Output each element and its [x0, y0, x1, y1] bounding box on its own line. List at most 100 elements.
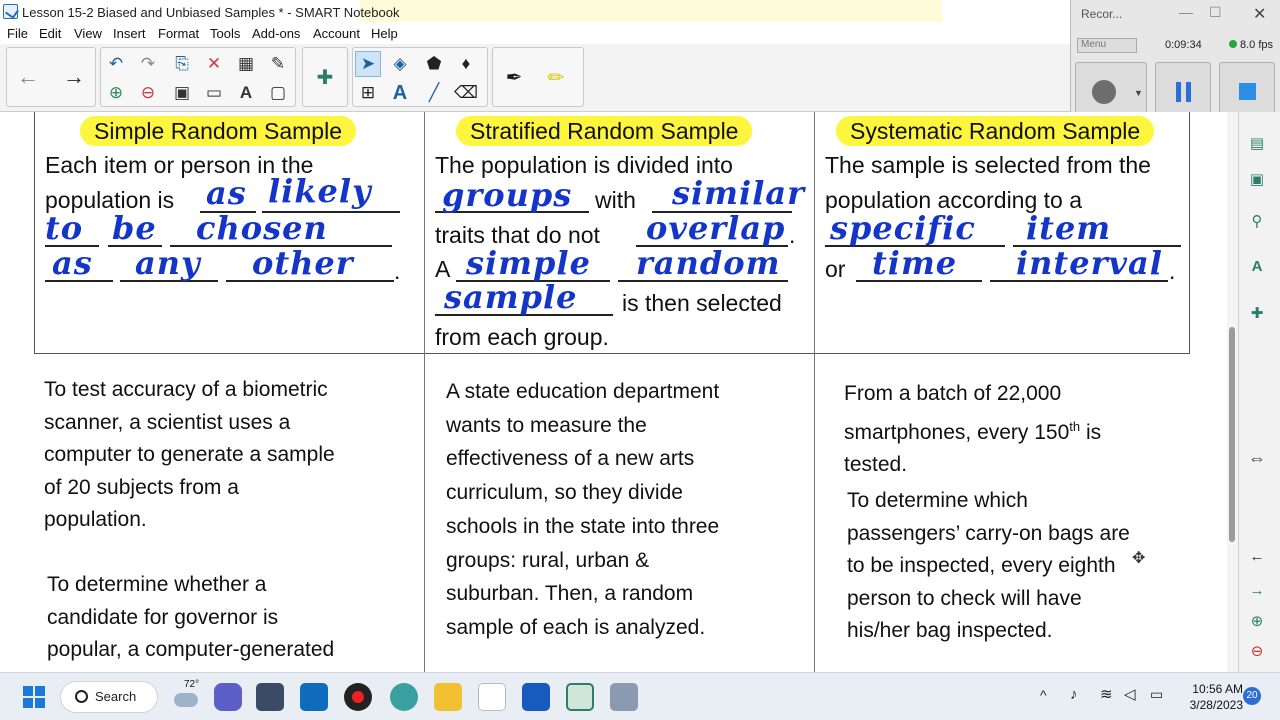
undo-icon[interactable]: ↶: [103, 51, 129, 77]
example-governor-candidate: To determine whether a candidate for gov…: [47, 569, 334, 667]
select-icon[interactable]: ➤: [355, 51, 381, 77]
outlook-icon[interactable]: [300, 683, 328, 711]
save-icon[interactable]: ▣: [169, 80, 195, 106]
menu-account[interactable]: Account: [313, 26, 360, 41]
menu-view[interactable]: View: [74, 26, 102, 41]
smart-notebook-app-icon: [3, 4, 18, 19]
delete-page-side-icon[interactable]: ⊖: [1247, 642, 1267, 664]
display-icon[interactable]: ▢: [265, 80, 291, 106]
system-clock[interactable]: 10:56 AM 3/28/2023: [1183, 681, 1243, 713]
clock-date: 3/28/2023: [1189, 698, 1243, 712]
add-ons-puzzle-icon[interactable]: ✚: [312, 64, 338, 90]
windows-taskbar: Search 72° ^ ♪ ≋ ◁ ▭ 10:56 AM 3/28/2023 …: [0, 672, 1280, 720]
stop-icon: [1239, 83, 1256, 100]
table-icon[interactable]: ▦: [233, 51, 259, 77]
redo-icon[interactable]: ↷: [135, 51, 161, 77]
magic-pen-icon[interactable]: ♦: [453, 51, 479, 77]
next-page-icon[interactable]: →: [1247, 582, 1267, 604]
previous-page-icon[interactable]: ←: [1247, 548, 1267, 570]
weather-widget[interactable]: 72°: [172, 679, 204, 715]
handwriting-time: time: [872, 244, 958, 282]
menu-format[interactable]: Format: [158, 26, 199, 41]
text-icon[interactable]: A: [387, 80, 413, 106]
back-arrow-icon[interactable]: ←: [15, 64, 41, 90]
menu-tools[interactable]: Tools: [210, 26, 240, 41]
microphone-icon[interactable]: ♪: [1070, 686, 1078, 703]
handwriting-similar: similar: [672, 174, 805, 212]
recorder-menu-dropdown[interactable]: Menu: [1077, 38, 1137, 53]
move-cursor-icon: ✥: [1132, 550, 1146, 567]
maximize-icon[interactable]: ☐: [1209, 4, 1222, 21]
scrollbar-thumb[interactable]: [1229, 327, 1235, 542]
notebook-page[interactable]: Simple Random Sample Each item or person…: [0, 112, 1227, 672]
document-icon[interactable]: [478, 683, 506, 711]
recorder-title: Recor...: [1081, 7, 1123, 21]
text-line: suburban. Then, a random: [446, 582, 694, 606]
task-manager-icon[interactable]: [256, 683, 284, 711]
handwriting-as-2: as: [52, 244, 93, 282]
chevron-up-icon[interactable]: ^: [1040, 687, 1047, 703]
text-line: schools in the state into three: [446, 514, 720, 538]
screen-shade-icon[interactable]: ▭: [201, 80, 227, 106]
forward-arrow-icon[interactable]: →: [61, 64, 87, 90]
file-explorer-icon[interactable]: [434, 683, 462, 711]
gallery-icon[interactable]: ▣: [1247, 170, 1267, 192]
handwriting-groups: groups: [442, 176, 573, 214]
start-button[interactable]: [20, 683, 48, 711]
stratified-with: with: [595, 187, 636, 213]
handwriting-chosen: chosen: [196, 209, 328, 247]
example-arts-curriculum: A state education department wants to me…: [446, 375, 719, 645]
screen-recorder-icon[interactable]: [344, 683, 372, 711]
move-sidebar-icon[interactable]: ⇔: [1247, 448, 1267, 470]
notification-badge[interactable]: 20: [1243, 687, 1261, 705]
fill-icon[interactable]: ⬟: [421, 51, 447, 77]
menu-file[interactable]: File: [7, 26, 28, 41]
text-span: smartphones, every 150: [844, 420, 1070, 444]
clear-ink-icon[interactable]: ✎: [265, 51, 291, 77]
word-icon[interactable]: [522, 683, 550, 711]
measure-tools-icon[interactable]: ⊞: [355, 80, 381, 106]
search-box[interactable]: Search: [60, 681, 158, 713]
delete-icon[interactable]: ✕: [201, 51, 227, 77]
delete-page-icon[interactable]: ⊖: [135, 80, 161, 106]
add-page-side-icon[interactable]: ⊕: [1247, 612, 1267, 634]
menu-edit[interactable]: Edit: [39, 26, 61, 41]
text-span: is: [1080, 420, 1102, 444]
minimize-icon[interactable]: —: [1179, 4, 1193, 20]
shapes-icon[interactable]: ◈: [387, 51, 413, 77]
volume-icon[interactable]: ◁: [1124, 685, 1136, 703]
highlighter-icon[interactable]: ✏: [543, 64, 569, 90]
app-icon[interactable]: [610, 683, 638, 711]
properties-icon[interactable]: A: [1247, 258, 1267, 280]
line-icon[interactable]: ╱: [421, 80, 447, 106]
handwriting-as: as: [206, 174, 247, 212]
add-ons-tab-icon[interactable]: ✚: [1247, 304, 1267, 326]
add-page-icon[interactable]: ⊕: [103, 80, 129, 106]
vertical-scrollbar[interactable]: [1227, 112, 1238, 672]
close-icon[interactable]: ✕: [1253, 4, 1266, 24]
weather-temperature: 72°: [184, 679, 200, 690]
ordinal-suffix: th: [1069, 418, 1081, 434]
page-sorter-icon[interactable]: ▤: [1247, 134, 1267, 156]
paste-icon[interactable]: ⎘: [169, 51, 195, 77]
wifi-icon[interactable]: ≋: [1100, 685, 1113, 703]
text-format-icon[interactable]: A: [233, 80, 259, 106]
toolbar: ← → ↶ ↷ ⎘ ✕ ▦ ✎ ⊕ ⊖ ▣ ▭ A ▢ ✚ ➤ ◈ ⬟ ♦ ⊞ …: [0, 44, 1070, 112]
handwriting-likely: likely: [268, 172, 372, 210]
window-title: Lesson 15-2 Biased and Unbiased Samples …: [22, 5, 400, 20]
smart-notebook-taskbar-icon[interactable]: [566, 683, 594, 711]
text-line: A state education department: [446, 380, 720, 403]
menu-add-ons[interactable]: Add-ons: [252, 26, 300, 41]
battery-icon[interactable]: ▭: [1150, 686, 1163, 703]
screen: Lesson 15-2 Biased and Unbiased Samples …: [0, 0, 1280, 720]
handwriting-to: to: [45, 209, 84, 247]
pen-icon[interactable]: ✒: [501, 64, 527, 90]
eraser-icon[interactable]: ⌫: [453, 80, 479, 106]
menu-insert[interactable]: Insert: [113, 26, 146, 41]
menu-help[interactable]: Help: [371, 26, 398, 41]
fps-indicator: 8.0 fps: [1229, 39, 1273, 51]
paint-palette-icon[interactable]: [390, 683, 418, 711]
teams-chat-icon[interactable]: [214, 683, 242, 711]
text-line: tested.: [844, 453, 908, 476]
attachments-icon[interactable]: ⚲: [1247, 212, 1267, 234]
